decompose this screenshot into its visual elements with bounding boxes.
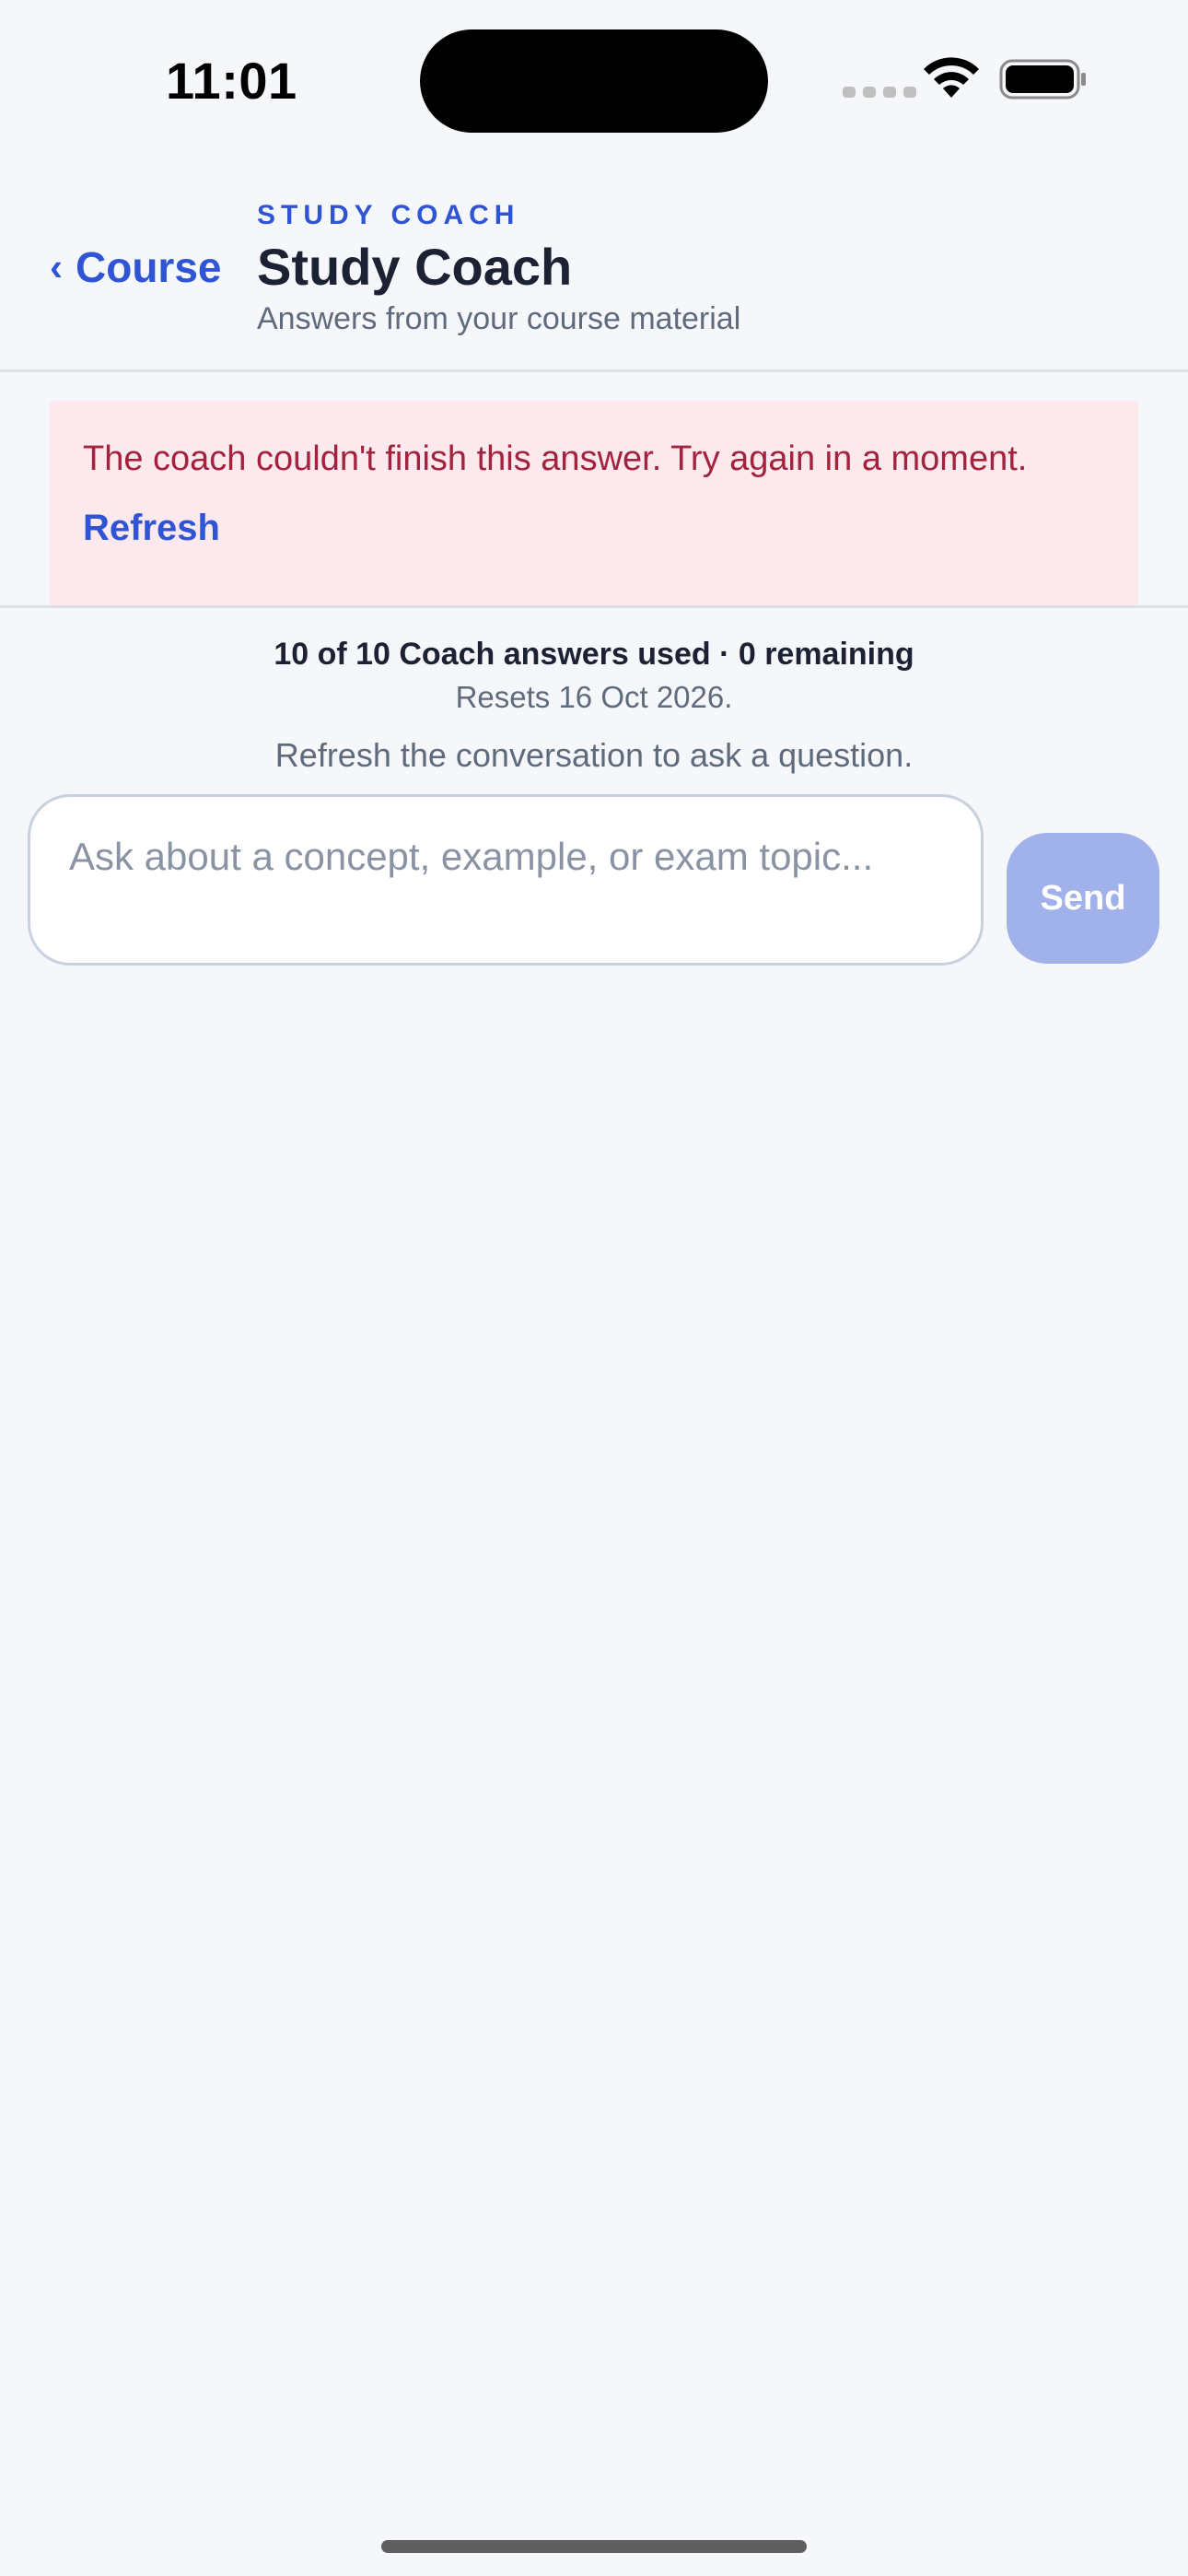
- wifi-icon: [924, 57, 979, 98]
- error-message: The coach couldn't finish this answer. T…: [83, 439, 1028, 478]
- page-subtitle: Answers from your course material: [257, 301, 741, 336]
- divider: [0, 605, 1188, 608]
- section-eyebrow: STUDY COACH: [257, 200, 520, 230]
- chevron-left-icon: ‹: [50, 245, 63, 288]
- back-button-label: Course: [76, 243, 222, 291]
- refresh-hint: Refresh the conversation to ask a questi…: [274, 736, 914, 774]
- status-time: 11:01: [166, 52, 297, 110]
- question-input[interactable]: Ask about a concept, example, or exam to…: [28, 794, 984, 966]
- dynamic-island: [420, 29, 768, 133]
- home-indicator[interactable]: [381, 2540, 807, 2553]
- error-banner: The coach couldn't finish this answer. T…: [50, 401, 1138, 605]
- send-button[interactable]: Send: [1007, 833, 1159, 964]
- cellular-signal-icon: [843, 87, 916, 98]
- page-title: Study Coach: [257, 238, 573, 296]
- battery-icon: [999, 59, 1086, 100]
- reset-date: Resets 16 Oct 2026.: [455, 680, 733, 714]
- usage-summary: 10 of 10 Coach answers used · 0 remainin…: [274, 637, 914, 672]
- back-button[interactable]: ‹ Course: [50, 241, 221, 293]
- navigation-header: ‹ Course STUDY COACH Study Coach Answers…: [0, 184, 1188, 372]
- refresh-button[interactable]: Refresh: [83, 504, 220, 552]
